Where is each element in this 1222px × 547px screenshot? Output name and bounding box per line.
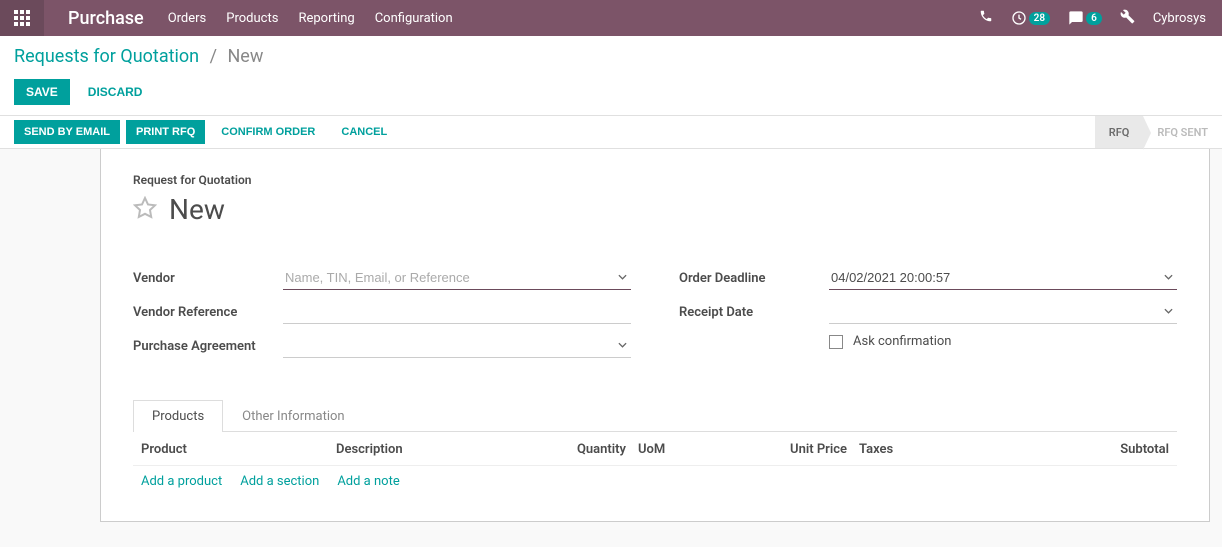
title-row: New bbox=[133, 193, 1177, 226]
col-subtotal: Subtotal bbox=[1089, 442, 1169, 457]
add-section-link[interactable]: Add a section bbox=[240, 474, 319, 489]
record-title: New bbox=[169, 193, 225, 226]
col-description: Description bbox=[336, 442, 556, 457]
receipt-date-input[interactable] bbox=[829, 300, 1177, 324]
tab-products[interactable]: Products bbox=[133, 400, 223, 432]
activity-badge: 28 bbox=[1029, 12, 1050, 25]
confirm-order-button[interactable]: CONFIRM ORDER bbox=[211, 120, 325, 144]
apps-icon bbox=[14, 10, 30, 26]
receipt-date-label: Receipt Date bbox=[679, 305, 829, 320]
breadcrumb: Requests for Quotation / New bbox=[14, 46, 1208, 79]
tabs: Products Other Information bbox=[133, 400, 1177, 432]
purchase-agreement-field[interactable] bbox=[283, 334, 631, 358]
chevron-down-icon[interactable] bbox=[1164, 271, 1173, 286]
discard-button[interactable]: DISCARD bbox=[76, 79, 155, 105]
phone-icon[interactable] bbox=[979, 9, 993, 27]
send-email-button[interactable]: SEND BY EMAIL bbox=[14, 120, 120, 144]
tabs-section: Products Other Information Product Descr… bbox=[133, 400, 1177, 497]
priority-star-icon[interactable] bbox=[133, 196, 157, 224]
debug-icon[interactable] bbox=[1120, 9, 1135, 28]
form-sheet: Request for Quotation New Vendor bbox=[100, 149, 1210, 522]
print-rfq-button[interactable]: PRINT RFQ bbox=[126, 120, 205, 144]
purchase-agreement-input[interactable] bbox=[283, 334, 631, 358]
control-panel: Requests for Quotation / New SAVE DISCAR… bbox=[0, 36, 1222, 115]
col-quantity: Quantity bbox=[556, 442, 626, 457]
receipt-date-field[interactable] bbox=[829, 300, 1177, 324]
col-product: Product bbox=[141, 442, 336, 457]
chevron-down-icon[interactable] bbox=[618, 271, 627, 286]
vendor-ref-label: Vendor Reference bbox=[133, 305, 283, 320]
nav-reporting[interactable]: Reporting bbox=[298, 11, 354, 26]
right-column: Order Deadline Receipt Date bbox=[679, 266, 1177, 368]
ask-confirmation-checkbox[interactable] bbox=[829, 335, 843, 349]
order-deadline-label: Order Deadline bbox=[679, 271, 829, 286]
apps-menu-button[interactable] bbox=[0, 0, 44, 36]
ask-confirmation-row: Ask confirmation bbox=[679, 334, 1177, 349]
chevron-down-icon[interactable] bbox=[618, 339, 627, 354]
discuss-icon[interactable]: 6 bbox=[1068, 10, 1102, 26]
col-unit-price: Unit Price bbox=[686, 442, 859, 457]
cancel-button[interactable]: CANCEL bbox=[331, 120, 397, 144]
activity-icon[interactable]: 28 bbox=[1011, 10, 1050, 26]
nav-configuration[interactable]: Configuration bbox=[375, 11, 453, 26]
topbar-icons: 28 6 Cybrosys bbox=[979, 9, 1206, 28]
add-product-link[interactable]: Add a product bbox=[141, 474, 222, 489]
form-fields: Vendor Vendor Reference Purchase bbox=[133, 266, 1177, 368]
form-wrapper: Request for Quotation New Vendor bbox=[0, 149, 1222, 522]
vendor-ref-field[interactable] bbox=[283, 300, 631, 324]
col-uom: UoM bbox=[626, 442, 686, 457]
purchase-agreement-label: Purchase Agreement bbox=[133, 339, 283, 354]
add-note-link[interactable]: Add a note bbox=[337, 474, 399, 489]
nav-orders[interactable]: Orders bbox=[168, 11, 207, 26]
app-name[interactable]: Purchase bbox=[44, 8, 168, 29]
ask-confirmation-label: Ask confirmation bbox=[853, 334, 952, 349]
order-deadline-field[interactable] bbox=[829, 266, 1177, 290]
save-button[interactable]: SAVE bbox=[14, 79, 70, 105]
status-bar: SEND BY EMAIL PRINT RFQ CONFIRM ORDER CA… bbox=[0, 115, 1222, 149]
nav-menu: Orders Products Reporting Configuration bbox=[168, 11, 453, 26]
col-taxes: Taxes bbox=[859, 442, 1089, 457]
vendor-label: Vendor bbox=[133, 271, 283, 286]
top-bar: Purchase Orders Products Reporting Confi… bbox=[0, 0, 1222, 36]
discuss-badge: 6 bbox=[1086, 12, 1102, 25]
statusbar-buttons: SEND BY EMAIL PRINT RFQ CONFIRM ORDER CA… bbox=[0, 116, 397, 148]
edit-buttons: SAVE DISCARD bbox=[14, 79, 1208, 115]
table-actions: Add a product Add a section Add a note bbox=[133, 466, 1177, 497]
section-title: Request for Quotation bbox=[133, 173, 1177, 187]
breadcrumb-separator: / bbox=[210, 46, 217, 67]
status-rfq[interactable]: RFQ bbox=[1095, 116, 1144, 148]
nav-products[interactable]: Products bbox=[226, 11, 278, 26]
order-deadline-input[interactable] bbox=[829, 266, 1177, 290]
tab-other-info[interactable]: Other Information bbox=[223, 400, 363, 432]
vendor-input[interactable] bbox=[283, 266, 631, 290]
vendor-field[interactable] bbox=[283, 266, 631, 290]
user-menu[interactable]: Cybrosys bbox=[1153, 11, 1206, 26]
left-column: Vendor Vendor Reference Purchase bbox=[133, 266, 631, 368]
breadcrumb-parent[interactable]: Requests for Quotation bbox=[14, 46, 199, 67]
status-rfq-sent[interactable]: RFQ SENT bbox=[1143, 116, 1222, 148]
vendor-ref-input[interactable] bbox=[283, 300, 631, 324]
breadcrumb-current: New bbox=[227, 46, 263, 67]
table-header: Product Description Quantity UoM Unit Pr… bbox=[133, 432, 1177, 466]
chevron-down-icon[interactable] bbox=[1164, 305, 1173, 320]
status-steps: RFQ RFQ SENT bbox=[1095, 116, 1222, 148]
